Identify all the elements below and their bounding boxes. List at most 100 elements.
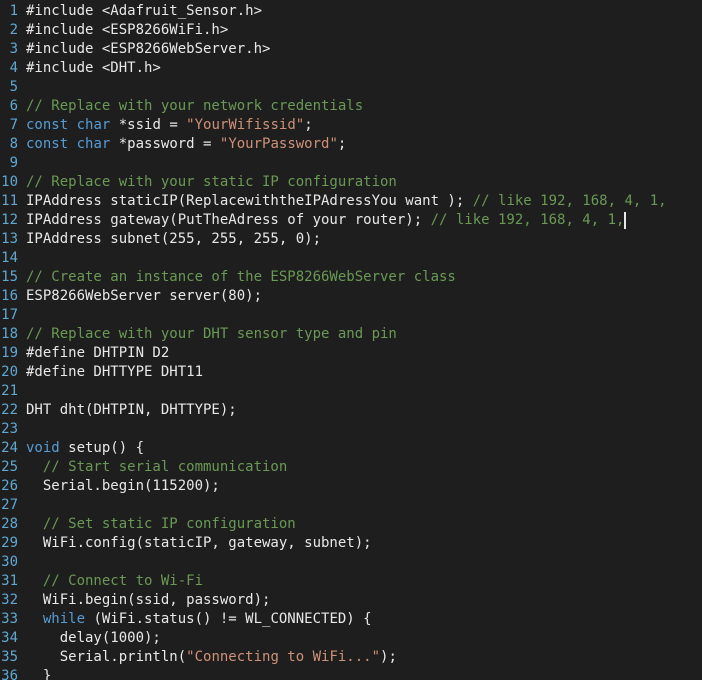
- code-token: // Create an instance of the ESP8266WebS…: [26, 269, 456, 285]
- line-number: 20: [1, 364, 18, 380]
- code-line[interactable]: 30: [0, 553, 702, 572]
- code-line[interactable]: 33 while (WiFi.status() != WL_CONNECTED)…: [0, 610, 702, 629]
- code-line[interactable]: 36 }: [0, 667, 702, 680]
- line-number: 35: [1, 649, 18, 665]
- code-token: "Connecting to WiFi...": [186, 649, 381, 665]
- code-line[interactable]: 25 // Start serial communication: [0, 458, 702, 477]
- code-token: // Start serial communication: [42, 459, 288, 475]
- code-token: delay(1000);: [26, 630, 161, 646]
- line-number: 24: [1, 440, 18, 456]
- code-token: setup() {: [59, 440, 145, 456]
- code-token: #include <ESP8266WiFi.h>: [26, 22, 229, 38]
- line-number: 1: [9, 3, 18, 19]
- line-number: 18: [1, 326, 18, 342]
- code-line[interactable]: 2 #include <ESP8266WiFi.h>: [0, 21, 702, 40]
- code-token: // Connect to Wi-Fi: [42, 573, 204, 589]
- code-line[interactable]: 16 ESP8266WebServer server(80);: [0, 287, 702, 306]
- code-line[interactable]: 20 #define DHTTYPE DHT11: [0, 363, 702, 382]
- code-token: #include <ESP8266WebServer.h>: [26, 41, 271, 57]
- code-token: char: [76, 117, 111, 133]
- line-number: 2: [9, 22, 18, 38]
- code-token: // Set static IP configuration: [42, 516, 296, 532]
- code-token: "YourPassword": [219, 136, 338, 152]
- line-number: 34: [1, 630, 18, 646]
- code-token: #include <Adafruit_Sensor.h>: [26, 3, 263, 19]
- code-line[interactable]: 28 // Set static IP configuration: [0, 515, 702, 534]
- code-line[interactable]: 23: [0, 420, 702, 439]
- code-token: WiFi.config(staticIP, gateway, subnet);: [26, 535, 372, 551]
- code-token: "YourWifissid": [186, 117, 305, 133]
- code-token: #include <DHT.h>: [26, 60, 161, 76]
- line-number: 11: [1, 193, 18, 209]
- code-token: IPAddress subnet(255, 255, 255, 0);: [26, 231, 322, 247]
- line-number: 28: [1, 516, 18, 532]
- code-line[interactable]: 35 Serial.println("Connecting to WiFi...…: [0, 648, 702, 667]
- code-line[interactable]: 1 #include <Adafruit_Sensor.h>: [0, 2, 702, 21]
- code-line[interactable]: 18 // Replace with your DHT sensor type a…: [0, 325, 702, 344]
- code-token: while: [42, 611, 86, 627]
- code-line[interactable]: 8 const char *password = "YourPassword";: [0, 135, 702, 154]
- code-line[interactable]: 5: [0, 78, 702, 97]
- code-line[interactable]: 11 IPAddress staticIP(ReplacewiththeIPAdr…: [0, 192, 702, 211]
- code-line[interactable]: 26 Serial.begin(115200);: [0, 477, 702, 496]
- code-line[interactable]: 31 // Connect to Wi-Fi: [0, 572, 702, 591]
- code-token: *password =: [110, 136, 220, 152]
- code-token: ESP8266WebServer server(80);: [26, 288, 263, 304]
- code-line[interactable]: 10 // Replace with your static IP configu…: [0, 173, 702, 192]
- code-line[interactable]: 6 // Replace with your network credential…: [0, 97, 702, 116]
- code-line[interactable]: 12 IPAddress gateway(PutTheAdress of your…: [0, 211, 702, 230]
- line-number: 4: [9, 60, 18, 76]
- line-number: 31: [1, 573, 18, 589]
- code-line[interactable]: 17: [0, 306, 702, 325]
- code-token: ;: [337, 136, 347, 152]
- code-line[interactable]: 9: [0, 154, 702, 173]
- code-token: const: [26, 117, 69, 133]
- code-token: // Replace with your DHT sensor type and…: [26, 326, 397, 342]
- code-line[interactable]: 15 // Create an instance of the ESP8266We…: [0, 268, 702, 287]
- code-token: IPAddress gateway(PutTheAdress of your r…: [26, 212, 431, 228]
- line-number: 15: [1, 269, 18, 285]
- code-line[interactable]: 13 IPAddress subnet(255, 255, 255, 0);: [0, 230, 702, 249]
- line-number: 23: [1, 421, 18, 437]
- code-token: // Replace with your static IP configura…: [26, 174, 397, 190]
- line-number: 17: [1, 307, 18, 323]
- code-line[interactable]: 29 WiFi.config(staticIP, gateway, subnet…: [0, 534, 702, 553]
- line-number: 6: [9, 98, 18, 114]
- code-token: *ssid =: [110, 117, 187, 133]
- code-line[interactable]: 19 #define DHTPIN D2: [0, 344, 702, 363]
- code-line[interactable]: 14: [0, 249, 702, 268]
- code-token: const: [26, 136, 69, 152]
- code-token: Serial.begin(115200);: [26, 478, 220, 494]
- line-number: 22: [1, 402, 18, 418]
- code-line[interactable]: 34 delay(1000);: [0, 629, 702, 648]
- code-token: ;: [304, 117, 313, 133]
- code-line[interactable]: 24 void setup() {: [0, 439, 702, 458]
- line-number: 14: [1, 250, 18, 266]
- line-number: 21: [1, 383, 18, 399]
- code-token: DHT dht(DHTPIN, DHTTYPE);: [26, 402, 237, 418]
- code-line[interactable]: 22 DHT dht(DHTPIN, DHTTYPE);: [0, 401, 702, 420]
- line-number: 33: [1, 611, 18, 627]
- line-number: 29: [1, 535, 18, 551]
- code-token: // like 192, 168, 4, 1,: [430, 212, 625, 228]
- line-number: 8: [9, 136, 18, 152]
- code-token: void: [26, 440, 60, 456]
- line-number: 36: [1, 668, 18, 680]
- code-line[interactable]: 32 WiFi.begin(ssid, password);: [0, 591, 702, 610]
- code-line[interactable]: 3 #include <ESP8266WebServer.h>: [0, 40, 702, 59]
- line-number: 13: [1, 231, 18, 247]
- code-token: // like 192, 168, 4, 1,: [472, 193, 667, 209]
- code-editor[interactable]: 1 #include <Adafruit_Sensor.h> 2 #include <…: [0, 0, 702, 680]
- code-token: (WiFi.status() != WL_CONNECTED) {: [85, 611, 372, 627]
- code-line[interactable]: 21: [0, 382, 702, 401]
- line-number: 27: [1, 497, 18, 513]
- code-line[interactable]: 4 #include <DHT.h>: [0, 59, 702, 78]
- code-line[interactable]: 7 const char *ssid = "YourWifissid";: [0, 116, 702, 135]
- code-line[interactable]: 27: [0, 496, 702, 515]
- code-token: }: [26, 668, 52, 680]
- line-number: 7: [9, 117, 18, 133]
